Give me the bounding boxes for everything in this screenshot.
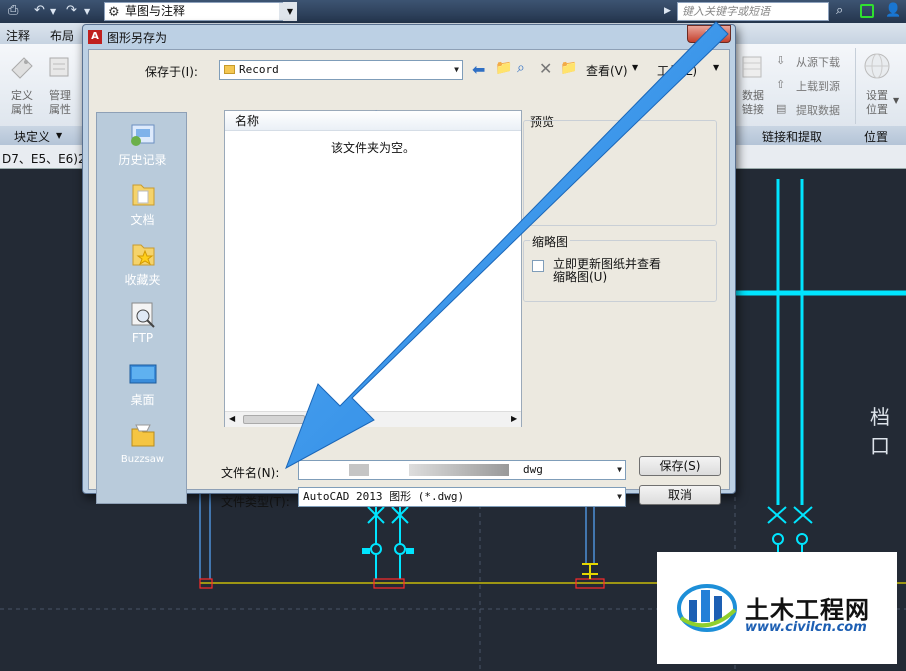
watermark-url: www.civilcn.com bbox=[745, 620, 867, 635]
watermark-logo: 土木工程网 www.civilcn.com bbox=[657, 552, 897, 664]
civilcn-logo-icon bbox=[677, 584, 737, 632]
arrow-shape bbox=[285, 21, 729, 470]
